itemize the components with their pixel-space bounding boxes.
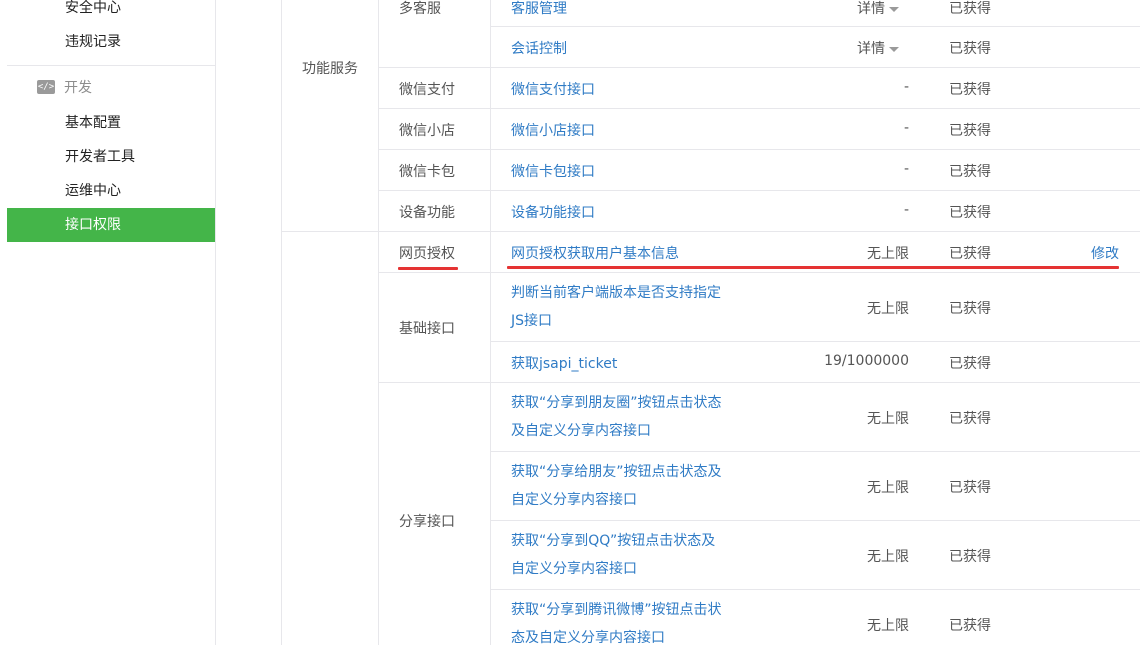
row-divider — [490, 589, 1140, 590]
row-divider — [490, 341, 1140, 342]
table-border-left — [281, 0, 282, 645]
code-icon: </> — [37, 80, 55, 94]
status-text: 已获得 — [949, 618, 991, 634]
status-text: 已获得 — [949, 411, 991, 427]
api-link-jsapi-ticket[interactable]: 获取jsapi_ticket — [511, 353, 617, 373]
status-text: 已获得 — [949, 246, 991, 262]
chevron-down-icon — [889, 46, 899, 52]
row-divider — [378, 149, 1140, 150]
status-text: 已获得 — [949, 480, 991, 496]
status-text: 已获得 — [949, 82, 991, 98]
row-divider — [490, 520, 1140, 521]
row-divider — [378, 190, 1140, 191]
quota-detail-dropdown[interactable]: 详情 — [779, 0, 899, 18]
status-text: 已获得 — [949, 123, 991, 139]
api-link-wechat-cards[interactable]: 微信卡包接口 — [511, 161, 595, 181]
subcategory-customer-service: 多客服 — [399, 1, 441, 17]
row-divider — [490, 451, 1140, 452]
quota-detail-dropdown[interactable]: 详情 — [779, 38, 899, 58]
api-link-customer-service-management[interactable]: 客服管理 — [511, 0, 567, 18]
quota-value: - — [903, 120, 909, 136]
quota-label: 详情 — [857, 1, 885, 17]
quota-label: 详情 — [857, 41, 885, 57]
subcategory-device: 设备功能 — [399, 205, 455, 221]
row-divider — [378, 108, 1140, 109]
api-link-share-friend[interactable]: 获取“分享给朋友”按钮点击状态及自定义分享内容接口 — [511, 458, 726, 514]
status-text: 已获得 — [949, 41, 991, 57]
highlight-underline — [398, 267, 458, 270]
table-col-divider-1 — [378, 0, 379, 645]
quota-value: 无上限 — [867, 480, 909, 496]
sidebar-item-developer-tools[interactable]: 开发者工具 — [7, 140, 215, 174]
quota-value: 无上限 — [867, 411, 909, 427]
table-col-divider-2 — [490, 0, 491, 645]
api-link-share-qq[interactable]: 获取“分享到QQ”按钮点击状态及自定义分享内容接口 — [511, 527, 726, 583]
api-link-wechat-store[interactable]: 微信小店接口 — [511, 120, 595, 140]
status-text: 已获得 — [949, 301, 991, 317]
chevron-down-icon — [889, 6, 899, 12]
sidebar-item-api-permissions[interactable]: 接口权限 — [7, 208, 215, 242]
quota-value: 无上限 — [867, 549, 909, 565]
sidebar-group-label: 开发 — [64, 80, 92, 96]
quota-value: 无上限 — [867, 246, 909, 262]
row-divider — [281, 231, 1140, 232]
quota-value: - — [903, 202, 909, 218]
quota-value: - — [903, 161, 909, 177]
status-text: 已获得 — [949, 1, 991, 17]
row-divider — [378, 272, 1140, 273]
api-link-share-timeline[interactable]: 获取“分享到朋友圈”按钮点击状态及自定义分享内容接口 — [511, 389, 726, 445]
row-divider — [378, 382, 1140, 383]
sidebar-item-ops-center[interactable]: 运维中心 — [7, 174, 215, 208]
quota-value: 无上限 — [867, 618, 909, 634]
sidebar-item-basic-config[interactable]: 基本配置 — [7, 106, 215, 140]
api-link-wechat-pay[interactable]: 微信支付接口 — [511, 79, 595, 99]
status-text: 已获得 — [949, 164, 991, 180]
subcategory-web-auth: 网页授权 — [399, 246, 455, 262]
api-link-share-weibo[interactable]: 获取“分享到腾讯微博”按钮点击状态及自定义分享内容接口 — [511, 596, 726, 652]
row-divider — [490, 26, 1140, 27]
sidebar-item-security-center[interactable]: 安全中心 — [7, 0, 215, 25]
api-link-check-js-api[interactable]: 判断当前客户端版本是否支持指定JS接口 — [511, 279, 726, 335]
subcategory-wechat-pay: 微信支付 — [399, 82, 455, 98]
quota-value: - — [903, 79, 909, 95]
api-link-web-auth-user-info[interactable]: 网页授权获取用户基本信息 — [511, 243, 679, 263]
sidebar-group-develop: </> 开发 — [37, 76, 92, 100]
sidebar-divider — [7, 65, 215, 66]
sidebar: 安全中心 违规记录 </> 开发 基本配置 开发者工具 运维中心 接口权限 — [7, 0, 216, 645]
subcategory-basic-api: 基础接口 — [399, 321, 455, 337]
sidebar-item-violation-records[interactable]: 违规记录 — [7, 25, 215, 59]
subcategory-wechat-store: 微信小店 — [399, 123, 455, 139]
modify-link[interactable]: 修改 — [1091, 243, 1119, 263]
subcategory-share-api: 分享接口 — [399, 514, 455, 530]
quota-value: 无上限 — [867, 301, 909, 317]
quota-value: 19/1000000 — [824, 353, 909, 369]
status-text: 已获得 — [949, 205, 991, 221]
category-function-service: 功能服务 — [302, 61, 358, 77]
status-text: 已获得 — [949, 549, 991, 565]
status-text: 已获得 — [949, 356, 991, 372]
highlight-underline — [507, 266, 1119, 269]
subcategory-wechat-cards: 微信卡包 — [399, 164, 455, 180]
row-divider — [378, 67, 1140, 68]
api-link-session-control[interactable]: 会话控制 — [511, 38, 567, 58]
api-link-device[interactable]: 设备功能接口 — [511, 202, 595, 222]
